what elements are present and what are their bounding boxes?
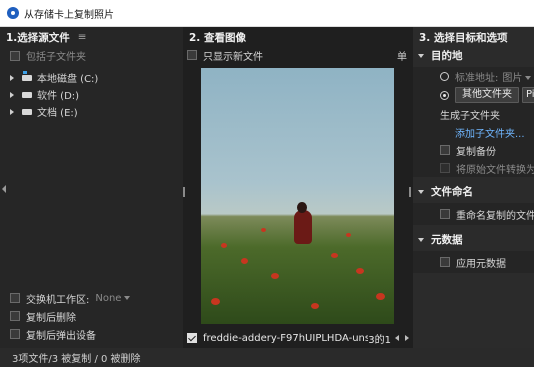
standard-address-label: 标准地址:	[455, 72, 499, 84]
standard-address-radio[interactable]	[440, 71, 449, 81]
file-name: freddie-addery-F97hUIPLHDA-unsplash.j	[203, 332, 369, 344]
tree-item-label: 本地磁盘 (C:)	[37, 74, 99, 85]
expand-arrow-icon[interactable]	[10, 91, 14, 98]
drive-tree: 本地磁盘 (C:) 软件 (D:) 文档 (E:)	[10, 69, 98, 120]
status-text: 3项文件/3 被复制 / 0 被删除	[12, 354, 141, 365]
collapse-arrow-icon[interactable]	[418, 53, 424, 58]
status-bar: 3项文件/3 被复制 / 0 被删除	[0, 348, 534, 367]
include-subfolders-checkbox[interactable]	[10, 50, 20, 61]
include-subfolders-option[interactable]: 包括子文件夹	[0, 47, 183, 64]
menu-icon[interactable]: ≡	[78, 31, 87, 43]
naming-section: 重命名复制的文件	[413, 203, 534, 225]
copy-backup-label: 复制备份	[456, 146, 496, 158]
preview-panel-title: 2. 查看图像	[189, 31, 246, 44]
tree-item-c-drive[interactable]: 本地磁盘 (C:)	[10, 69, 98, 86]
naming-section-title: 文件命名	[431, 186, 473, 198]
other-folder-option[interactable]: 其他文件夹 Pi	[413, 85, 534, 105]
source-options: 交换机工作区: None 复制后删除 复制后弹出设备	[10, 289, 131, 343]
show-new-only-checkbox[interactable]	[187, 50, 197, 60]
chevron-down-icon	[124, 295, 131, 300]
other-folder-button[interactable]: 其他文件夹	[455, 87, 519, 103]
other-folder-radio[interactable]	[440, 90, 449, 100]
delete-after-copy-checkbox[interactable]	[10, 311, 20, 321]
standard-address-option[interactable]: 标准地址: 图片	[413, 67, 534, 85]
metadata-section-title: 元数据	[431, 234, 463, 246]
chevron-down-icon	[525, 75, 532, 80]
preview-panel: 2. 查看图像 只显示新文件 单 freddie-addery-F97hUIPL…	[183, 27, 413, 348]
next-file-icon[interactable]	[405, 335, 409, 341]
standard-address-select[interactable]: 图片	[502, 69, 532, 84]
expand-arrow-icon[interactable]	[10, 74, 14, 81]
truncated-button[interactable]: Pi	[522, 87, 534, 103]
show-new-only-label: 只显示新文件	[203, 51, 263, 63]
eject-after-copy-checkbox[interactable]	[10, 329, 20, 339]
source-panel-header: 1.选择源文件 ≡	[0, 27, 183, 47]
convert-original-label: 将原始文件转换为	[456, 164, 534, 176]
drive-icon	[22, 91, 32, 98]
apply-metadata-label: 应用元数据	[456, 258, 506, 270]
tree-item-label: 软件 (D:)	[37, 91, 80, 102]
create-subfolder-label: 生成子文件夹	[440, 110, 500, 122]
source-panel: 1.选择源文件 ≡ 包括子文件夹 本地磁盘 (C:) 软件 (D:) 文档 (E…	[0, 27, 183, 348]
file-row[interactable]: freddie-addery-F97hUIPLHDA-unsplash.j 3的…	[187, 330, 409, 346]
swap-workspace-checkbox[interactable]	[10, 293, 20, 303]
resize-handle-left[interactable]	[183, 187, 185, 197]
system-drive-icon	[22, 70, 32, 81]
delete-after-copy-label: 复制后删除	[26, 312, 76, 324]
destination-section-header[interactable]: 目的地	[413, 47, 534, 64]
app-logo-icon	[7, 7, 19, 19]
convert-original-option: 将原始文件转换为	[413, 159, 534, 177]
tree-item-d-drive[interactable]: 软件 (D:)	[10, 86, 98, 103]
swap-workspace-value: None	[95, 292, 122, 304]
destination-section-title: 目的地	[431, 50, 463, 62]
collapse-arrow-icon[interactable]	[418, 237, 424, 242]
single-view-button[interactable]: 单	[397, 48, 407, 63]
rename-copied-checkbox[interactable]	[440, 209, 450, 219]
collapse-arrow-icon[interactable]	[418, 189, 424, 194]
standard-address-value: 图片	[502, 72, 523, 84]
rename-copied-option[interactable]: 重命名复制的文件	[413, 203, 534, 225]
rename-copied-label: 重命名复制的文件	[456, 210, 534, 222]
tree-item-e-drive[interactable]: 文档 (E:)	[10, 103, 98, 120]
tree-item-label: 文档 (E:)	[37, 108, 78, 119]
metadata-section-header[interactable]: 元数据	[413, 231, 534, 248]
photo-preview[interactable]	[201, 68, 394, 324]
destination-section: 标准地址: 图片 其他文件夹 Pi 生成子文件夹 添加子文件夹... 复制备份 …	[413, 67, 534, 177]
delete-after-copy-option[interactable]: 复制后删除	[10, 307, 130, 325]
eject-after-copy-option[interactable]: 复制后弹出设备	[10, 325, 130, 343]
convert-original-checkbox	[440, 163, 450, 173]
eject-after-copy-label: 复制后弹出设备	[26, 330, 96, 342]
swap-workspace-select[interactable]: None	[95, 292, 131, 304]
destination-panel: 3. 选择目标和选项 目的地 标准地址: 图片 其他文件夹 Pi 生成子文件夹 …	[413, 27, 534, 348]
photo-subject-head	[297, 202, 307, 213]
add-subfolder-link[interactable]: 添加子文件夹...	[413, 123, 534, 141]
resize-handle-right[interactable]	[409, 187, 411, 197]
expand-arrow-icon[interactable]	[10, 108, 14, 115]
file-select-checkbox[interactable]	[187, 333, 197, 343]
title-bar: 从存储卡上复制照片	[0, 0, 534, 27]
drive-icon	[22, 108, 32, 115]
file-counter: 3的1	[368, 334, 391, 346]
include-subfolders-label: 包括子文件夹	[26, 52, 86, 63]
destination-panel-title: 3. 选择目标和选项	[419, 31, 508, 44]
apply-metadata-checkbox[interactable]	[440, 257, 450, 267]
window-title: 从存储卡上复制照片	[24, 9, 114, 21]
swap-workspace-label: 交换机工作区:	[26, 294, 90, 306]
apply-metadata-option[interactable]: 应用元数据	[413, 251, 534, 273]
swap-workspace-option[interactable]: 交换机工作区: None	[10, 289, 131, 307]
add-subfolder-link-text[interactable]: 添加子文件夹...	[455, 125, 525, 140]
preview-toolbar: 只显示新文件 单	[187, 47, 407, 63]
copy-backup-checkbox[interactable]	[440, 145, 450, 155]
copy-backup-option[interactable]: 复制备份	[413, 141, 534, 159]
metadata-section: 应用元数据	[413, 251, 534, 273]
photo-subject	[294, 210, 312, 244]
source-panel-title: 1.选择源文件	[6, 31, 70, 44]
collapse-left-arrow-icon[interactable]	[2, 185, 6, 193]
previous-file-icon[interactable]	[395, 335, 399, 341]
naming-section-header[interactable]: 文件命名	[413, 183, 534, 200]
